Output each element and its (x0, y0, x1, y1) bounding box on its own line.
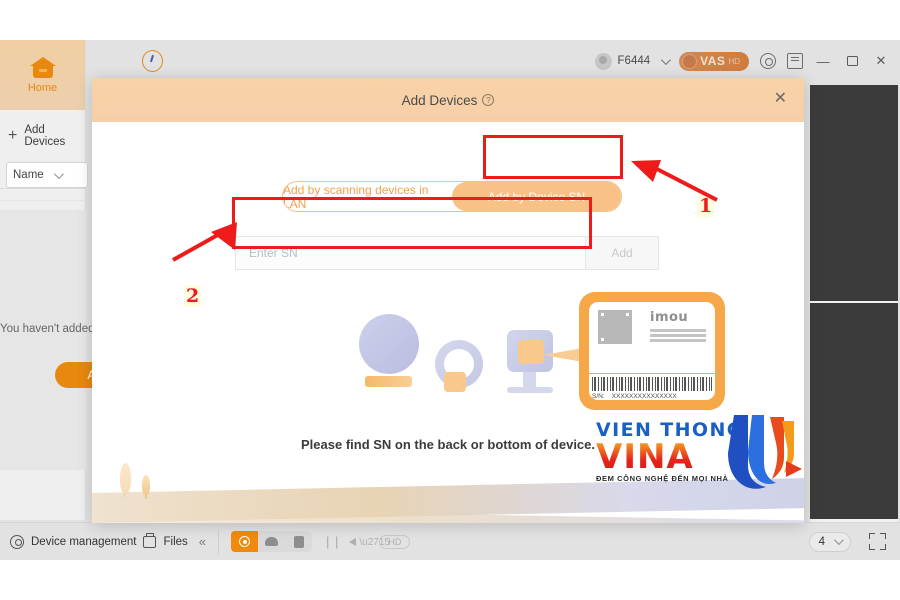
help-icon[interactable]: ? (482, 94, 495, 106)
minimize-button[interactable]: — (814, 52, 832, 70)
device-label-inner: imou S/N: XXXXXXXXXXXXXXX (587, 302, 717, 403)
imou-brand-label: imou (650, 310, 689, 325)
sidebar-item-home[interactable]: Home (0, 40, 85, 110)
message-icon[interactable] (787, 53, 803, 69)
label-sn-value: XXXXXXXXXXXXXXX (611, 393, 677, 400)
maximize-button[interactable] (843, 52, 861, 70)
dome-camera-base (365, 376, 412, 387)
monitor-screen (518, 340, 544, 364)
callout-pointer-icon (543, 348, 583, 362)
avatar (594, 52, 612, 70)
chevron-down-icon (53, 168, 64, 179)
monitor-foot (507, 387, 553, 393)
barcode-icon (592, 377, 712, 391)
status-bar-right: 4 (808, 531, 900, 552)
label-text-lines (650, 329, 706, 342)
user-account-menu[interactable]: F6444 (594, 52, 651, 70)
annotation-box-input (232, 197, 592, 249)
close-icon[interactable]: ✕ (774, 91, 787, 107)
sidebar-add-devices-label: Add Devices (24, 124, 66, 148)
screenshot-root: Home + Add Devices Name You haven't adde… (0, 0, 900, 600)
dome-camera-icon (359, 314, 419, 374)
watermark-logo: VIEN THONG VINA ĐEM CÔNG NGHỆ ĐẾN MỌI NH… (596, 415, 802, 509)
vina-logo-mark (728, 415, 802, 489)
annotation-step-2: 2 (184, 285, 202, 307)
cloud-icon (265, 537, 278, 546)
sidebar-divider-2 (0, 200, 86, 201)
chevron-down-icon[interactable] (661, 54, 672, 65)
cloud-storage-button[interactable] (258, 531, 285, 552)
sort-dropdown-value: Name (13, 169, 44, 181)
label-sn-line: S/N: XXXXXXXXXXXXXXX (592, 393, 712, 400)
gear-icon (10, 534, 24, 549)
device-label-card: imou S/N: XXXXXXXXXXXXXXX (579, 292, 725, 410)
annotation-arrow-2 (172, 222, 237, 262)
qr-code-icon (598, 310, 632, 344)
disk-icon (293, 535, 304, 548)
pane-count-dropdown[interactable]: 4 (808, 531, 851, 552)
pause-button[interactable]: | | (326, 534, 339, 549)
vas-sub-label: HD (728, 56, 740, 66)
fullscreen-icon[interactable] (869, 533, 886, 550)
status-bar: Device management Files « | | \u2715 HD … (0, 522, 900, 560)
annotation-box-tab (483, 135, 623, 179)
label-sn-key: S/N: (592, 393, 605, 400)
tree-icon (120, 463, 131, 493)
sidebar-add-devices-button[interactable]: + Add Devices (0, 110, 85, 158)
ring-camera-lens (444, 372, 466, 392)
folder-icon (143, 533, 157, 548)
barcode-area: S/N: XXXXXXXXXXXXXXX (587, 373, 717, 403)
collapse-button[interactable]: « (199, 534, 206, 549)
record-icon (239, 536, 250, 547)
globe-icon (682, 53, 698, 69)
home-icon (29, 56, 56, 79)
plus-icon: + (8, 127, 18, 144)
dialog-title-group: Add Devices ? (402, 93, 495, 108)
dialog-header: Add Devices ? ✕ (92, 78, 804, 122)
annotation-arrow-1 (631, 160, 718, 202)
status-bar-left: Device management Files « (0, 533, 206, 549)
files-link[interactable]: Files (163, 536, 187, 548)
add-button[interactable]: Add (585, 236, 659, 270)
chevron-down-icon (833, 535, 844, 546)
page-title: Add Devices (401, 92, 478, 108)
history-clock-icon[interactable] (142, 50, 163, 72)
maximize-icon (846, 56, 858, 66)
vas-label: VAS (700, 54, 726, 68)
status-divider (218, 529, 219, 554)
local-record-button[interactable] (231, 531, 258, 552)
video-pane[interactable] (810, 303, 898, 519)
sort-dropdown[interactable]: Name (6, 162, 88, 188)
device-illustration: imou S/N: XXXXXXXXXXXXXXX (347, 292, 747, 422)
sidebar-item-home-label: Home (27, 81, 58, 94)
disk-storage-button[interactable] (285, 531, 312, 552)
user-name: F6444 (617, 55, 651, 67)
sidebar-divider (0, 188, 86, 189)
device-management-link[interactable]: Device management (31, 536, 136, 548)
video-pane[interactable] (810, 85, 898, 301)
target-icon[interactable] (760, 53, 776, 69)
app-toolbar: F6444 VAS HD — ✕ (86, 40, 900, 82)
recording-source-group (231, 531, 312, 552)
pane-count-value: 4 (818, 535, 825, 548)
monitor-neck (523, 372, 536, 388)
toolbar-right-group: F6444 VAS HD — ✕ (594, 40, 890, 82)
vas-badge[interactable]: VAS HD (679, 51, 749, 71)
mute-icon[interactable]: \u2715 (349, 535, 390, 549)
device-list-empty-area (0, 210, 86, 470)
video-grid (810, 85, 898, 522)
tree-icon (142, 475, 150, 495)
sidebar: Home + Add Devices Name (0, 40, 88, 520)
close-button[interactable]: ✕ (872, 52, 890, 70)
